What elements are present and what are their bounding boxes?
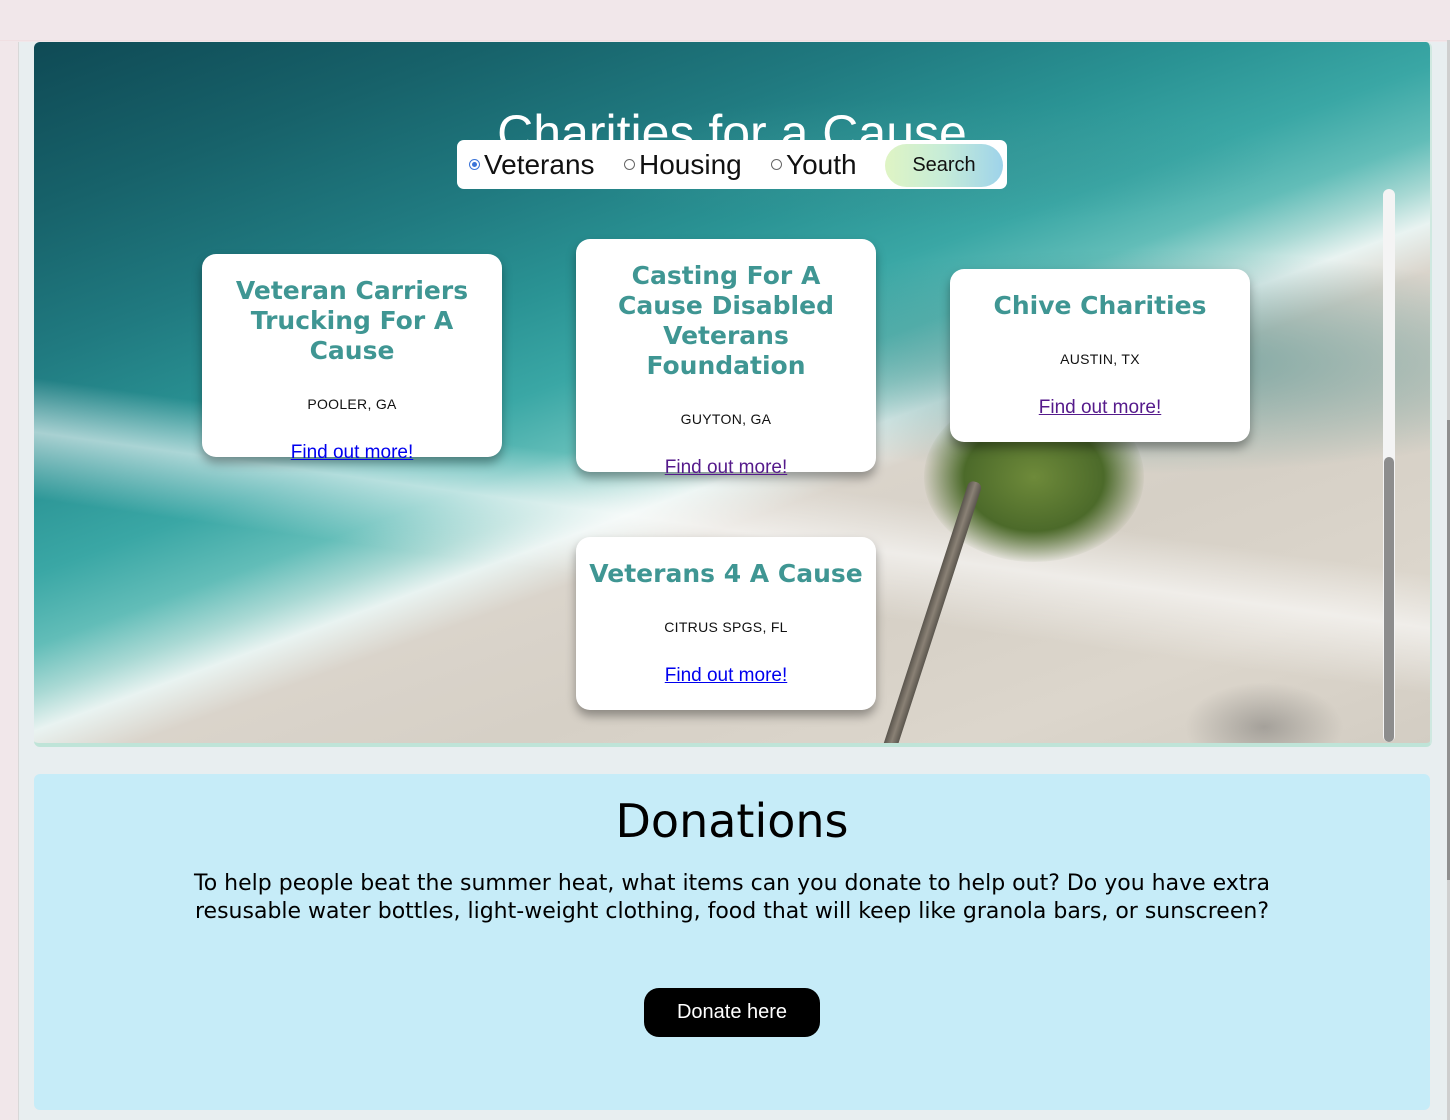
charity-location: POOLER, GA <box>307 396 397 412</box>
charity-card: Chive Charities AUSTIN, TX Find out more… <box>950 269 1250 442</box>
donate-button[interactable]: Donate here <box>644 988 820 1037</box>
radio-housing-label: Housing <box>639 148 742 180</box>
charity-name: Veterans 4 A Cause <box>589 559 863 588</box>
browser-top-strip <box>0 0 1450 41</box>
donations-section: Donations To help people beat the summer… <box>34 774 1430 1110</box>
charity-card: Veteran Carriers Trucking For A Cause PO… <box>202 254 502 463</box>
radio-housing[interactable]: Housing <box>624 140 742 189</box>
radio-youth-label: Youth <box>786 148 857 180</box>
radio-housing-indicator[interactable] <box>624 159 635 170</box>
radio-youth[interactable]: Youth <box>771 140 857 189</box>
charity-card: Casting For A Cause Disabled Veterans Fo… <box>576 239 876 478</box>
radio-veterans[interactable]: Veterans <box>469 140 595 189</box>
charity-name: Chive Charities <box>993 291 1207 320</box>
donations-title: Donations <box>615 794 849 848</box>
charity-location: CITRUS SPGS, FL <box>664 619 788 635</box>
find-out-more-link[interactable]: Find out more! <box>665 457 788 479</box>
hero-scrollbar-thumb[interactable] <box>1384 457 1394 742</box>
radio-veterans-indicator[interactable] <box>469 159 480 170</box>
search-button[interactable]: Search <box>885 144 1003 187</box>
charity-location: AUSTIN, TX <box>1060 351 1140 367</box>
charity-location: GUYTON, GA <box>680 411 772 427</box>
donations-text: To help people beat the summer heat, wha… <box>194 871 1270 924</box>
radio-youth-indicator[interactable] <box>771 159 782 170</box>
charity-card: Veterans 4 A Cause CITRUS SPGS, FL Find … <box>576 537 876 710</box>
hero-section: Charities for a Cause Veterans Housing Y… <box>34 42 1432 747</box>
hero-scrollbar[interactable] <box>1383 189 1395 742</box>
charity-name: Veteran Carriers Trucking For A Cause <box>235 276 469 365</box>
category-search-form: Veterans Housing Youth Search <box>457 140 1007 189</box>
find-out-more-link[interactable]: Find out more! <box>665 665 788 687</box>
charity-name: Casting For A Cause Disabled Veterans Fo… <box>618 261 834 380</box>
radio-veterans-label: Veterans <box>484 148 595 180</box>
palm-shadow-decoration <box>1184 682 1344 743</box>
find-out-more-link[interactable]: Find out more! <box>1039 397 1162 419</box>
find-out-more-link[interactable]: Find out more! <box>291 442 414 464</box>
